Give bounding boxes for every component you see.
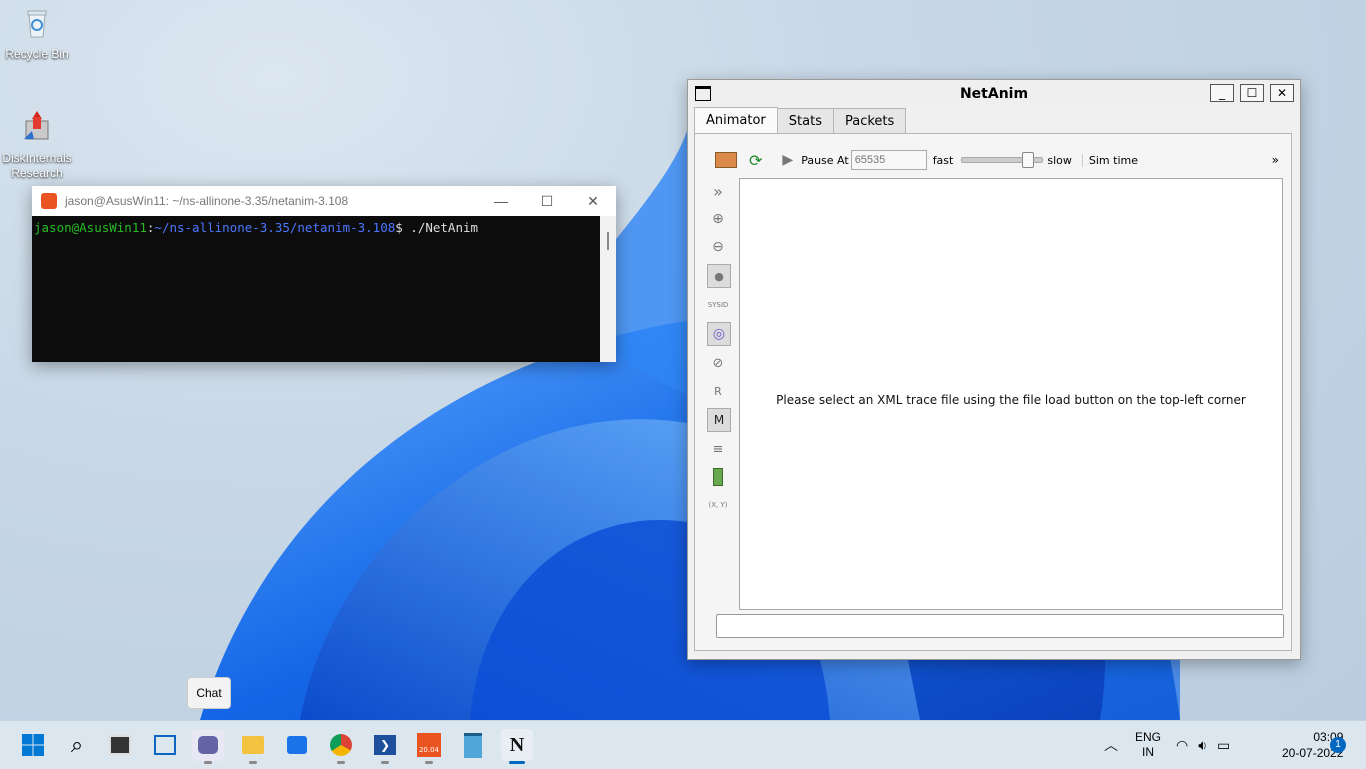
status-field[interactable] (716, 614, 1284, 638)
search-icon[interactable]: ⌕ (61, 729, 93, 761)
widgets-icon[interactable] (149, 729, 181, 761)
wifi-icon: ◠ (1176, 736, 1189, 753)
netanim-titlebar[interactable]: NetAnim _ ☐ ✕ (688, 80, 1300, 107)
close-button[interactable]: ✕ (1270, 84, 1294, 102)
animation-canvas[interactable]: Please select an XML trace file using th… (739, 178, 1283, 610)
grid-lines-icon[interactable]: ≡ (707, 438, 729, 460)
terminal-scrollbar[interactable] (600, 216, 616, 362)
animator-pane: ⟳ ▶ Pause At fast slow Sim time » » ⊕ ⊖ … (694, 133, 1292, 651)
netanim-icon[interactable]: N (501, 729, 533, 764)
slider-thumb[interactable] (1022, 152, 1035, 168)
fast-label: fast (932, 153, 954, 167)
netanim-window[interactable]: NetAnim _ ☐ ✕ Animator Stats Packets ⟳ ▶… (687, 79, 1301, 660)
lang-top: ENG (1135, 730, 1162, 744)
play-icon[interactable]: ▶ (782, 152, 793, 168)
notification-center-button[interactable]: 1 (1330, 721, 1346, 769)
tab-packets[interactable]: Packets (832, 108, 907, 135)
show-sysid-button[interactable]: SYSID (707, 294, 729, 316)
ubuntu-icon (41, 193, 57, 209)
prompt-user: jason@AsusWin11 (34, 220, 147, 235)
chevron-up-icon: ︿ (1104, 737, 1118, 753)
diskinternals-label: DiskInternals Research (2, 151, 72, 180)
recycle-bin-icon (27, 10, 47, 38)
ubuntu-icon[interactable]: 20.04 (413, 729, 445, 764)
windows-start-icon (22, 734, 44, 756)
sim-time-label: Sim time (1081, 153, 1138, 167)
terminal-window[interactable]: jason@AsusWin11: ~/ns-allinone-3.35/neta… (32, 186, 616, 362)
zoom-out-icon[interactable]: ⊖ (707, 236, 729, 258)
prompt-path: ~/ns-allinone-3.35/netanim-3.108 (154, 220, 396, 235)
recycle-bin-label: Recycle Bin (5, 47, 69, 61)
taskbar: ⌕ ❯ 20.04 N ︿ ENG IN ◠ 🔉︎ ▭ 03:09 20-07-… (0, 720, 1366, 769)
pause-at-label: Pause At (801, 153, 849, 167)
terminal-command: ./NetAnim (402, 220, 479, 235)
chat-tooltip: Chat (187, 677, 231, 709)
toolbar-overflow-button[interactable]: » (1272, 153, 1279, 167)
notepad-icon[interactable] (457, 729, 489, 761)
tab-stats[interactable]: Stats (776, 108, 834, 135)
minimize-button[interactable]: _ (1210, 84, 1234, 102)
chat-teams-icon[interactable] (192, 729, 224, 764)
chrome-icon[interactable] (325, 729, 357, 764)
tab-animator[interactable]: Animator (694, 107, 778, 134)
battery-icon[interactable] (707, 466, 729, 488)
expand-chevron-icon[interactable]: » (707, 180, 729, 202)
lang-bottom: IN (1142, 745, 1154, 759)
show-hidden-icons-button[interactable]: ︿ (1104, 721, 1118, 769)
diskinternals-desktop-icon[interactable]: DiskInternals Research (2, 94, 72, 196)
task-view-icon[interactable] (104, 729, 136, 761)
terminal-title: jason@AsusWin11: ~/ns-allinone-3.35/neta… (65, 194, 349, 208)
tab-bar: Animator Stats Packets (694, 107, 907, 135)
file-open-icon[interactable] (715, 152, 737, 168)
wireless-circles-icon[interactable]: ◎ (707, 322, 731, 346)
recycle-bin-desktop-icon[interactable]: Recycle Bin (2, 6, 72, 61)
slow-label: slow (1047, 153, 1072, 167)
mouse-position-button[interactable]: (X, Y) (707, 494, 729, 516)
close-button[interactable]: ✕ (570, 193, 616, 210)
load-file-message: Please select an XML trace file using th… (776, 393, 1246, 407)
powershell-icon[interactable]: ❯ (369, 729, 401, 764)
show-node-id-icon[interactable]: ● (707, 264, 731, 288)
maximize-button[interactable]: ☐ (524, 193, 570, 210)
show-mac-button[interactable]: M (707, 408, 731, 432)
show-route-button[interactable]: R (707, 380, 729, 402)
battery-icon: ▭ (1217, 736, 1231, 753)
prompt-symbol: $ (395, 220, 403, 235)
ubuntu-badge: 20.04 (417, 733, 441, 757)
diskinternals-icon (24, 111, 49, 140)
speed-slider[interactable] (961, 152, 1044, 168)
notification-badge: 1 (1330, 737, 1346, 753)
start-button[interactable] (17, 729, 49, 761)
minimize-button[interactable]: — (478, 193, 524, 209)
maximize-button[interactable]: ☐ (1240, 84, 1264, 102)
netanim-title: NetAnim (959, 85, 1029, 102)
store-icon[interactable] (281, 729, 313, 761)
pause-at-input[interactable] (850, 150, 927, 170)
volume-icon: 🔉︎ (1198, 736, 1208, 753)
language-indicator[interactable]: ENG IN (1135, 721, 1161, 769)
terminal-titlebar[interactable]: jason@AsusWin11: ~/ns-allinone-3.35/neta… (32, 186, 616, 216)
animator-sidebar: » ⊕ ⊖ ● SYSID ◎ ⊘ R M ≡ (X, Y) (707, 180, 731, 522)
system-tray-icons[interactable]: ◠ 🔉︎ ▭ (1176, 721, 1230, 769)
file-explorer-icon[interactable] (237, 729, 269, 764)
reload-icon[interactable]: ⟳ (749, 151, 762, 170)
animator-toolbar: ⟳ ▶ Pause At fast slow Sim time » (695, 148, 1291, 172)
terminal-body[interactable]: jason@AsusWin11:~/ns-allinone-3.35/netan… (32, 216, 616, 358)
disable-icon[interactable]: ⊘ (707, 352, 729, 374)
zoom-in-icon[interactable]: ⊕ (707, 208, 729, 230)
